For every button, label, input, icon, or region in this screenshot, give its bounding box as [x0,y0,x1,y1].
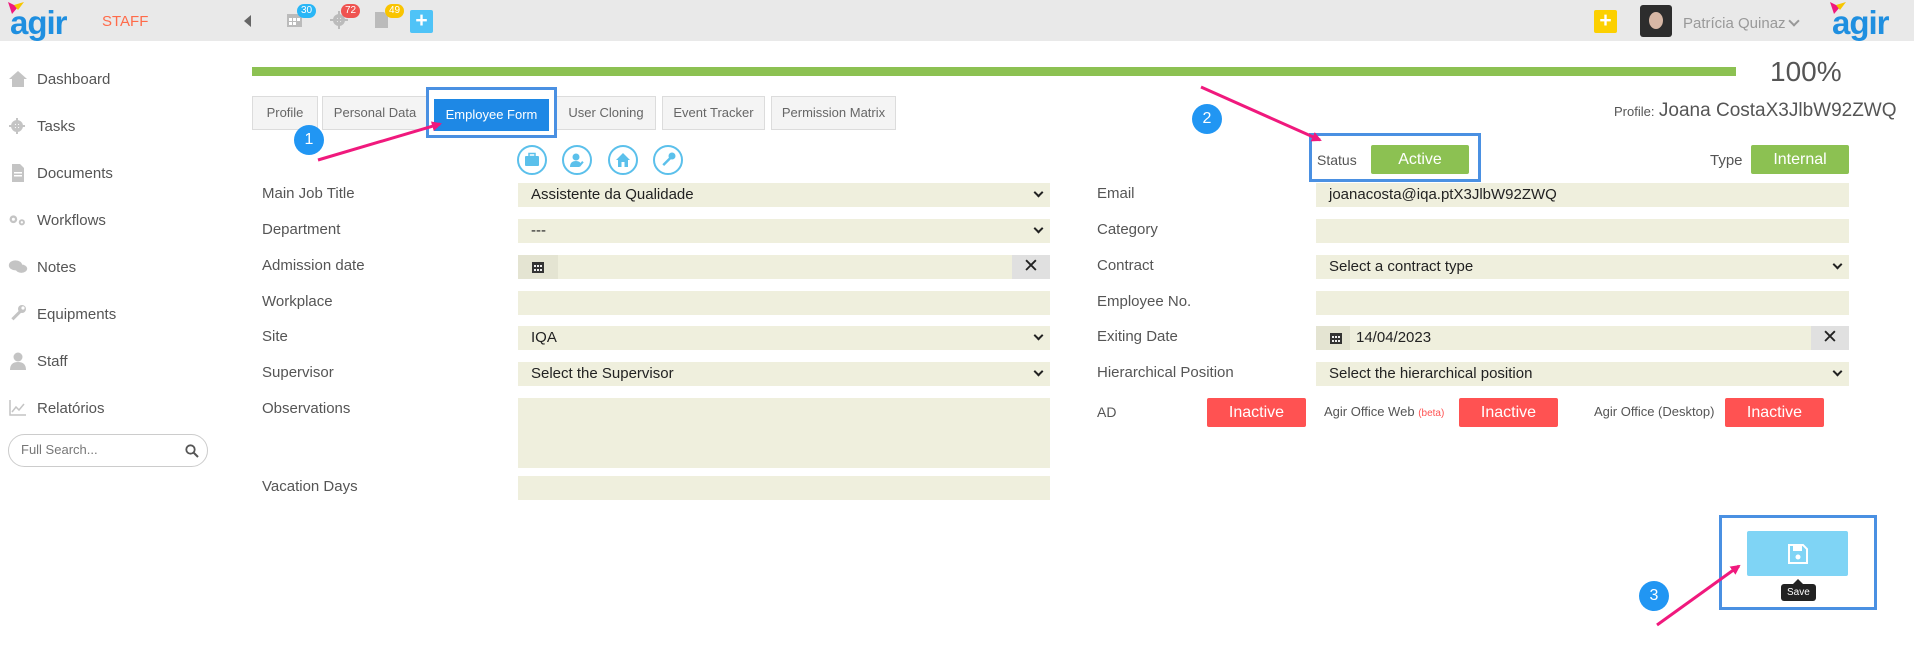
annotation-arrows [317,85,1741,627]
annotation-arrow-3 [1656,564,1741,627]
app-root: agir STAFF 30 72 49 + + Patrícia Quinaz … [0,0,1914,657]
annotation-arrow-1 [317,121,442,162]
annotation-arrow-2 [1200,85,1322,142]
